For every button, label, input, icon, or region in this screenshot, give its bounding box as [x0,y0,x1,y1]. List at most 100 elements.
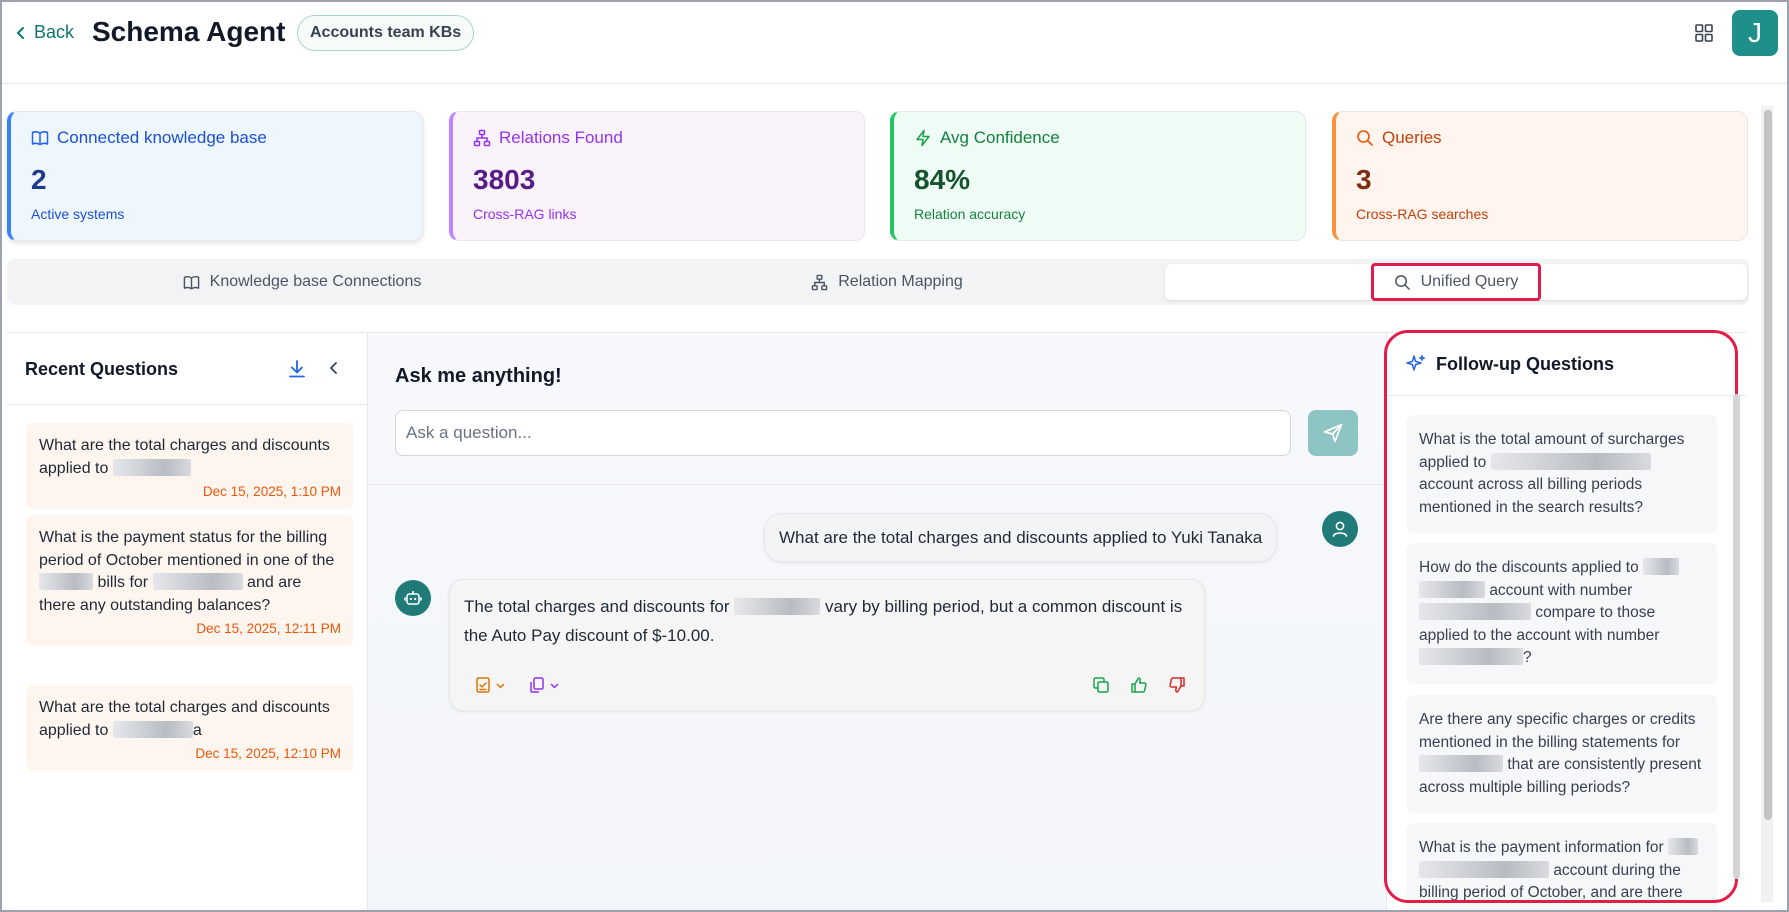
stat-subtitle: Cross-RAG links [473,206,577,222]
page-scrollbar-thumb[interactable] [1764,110,1772,820]
chevron-down-icon [496,682,505,689]
follow-up-question[interactable]: Are there any specific charges or credit… [1407,695,1717,813]
recent-question-item[interactable]: What is the payment status for the billi… [26,515,353,646]
bot-message-feedback [1092,676,1186,694]
recent-questions-title: Recent Questions [25,359,179,379]
copies-dropdown-button[interactable] [528,676,560,694]
redacted-name [734,598,821,615]
stat-card-queries: Queries 3 Cross-RAG searches [1332,111,1748,241]
tab-unified-query[interactable]: Unified Query [1165,263,1747,301]
chevron-down-icon [550,682,559,689]
files-icon [530,677,544,693]
stat-title: Avg Confidence [940,128,1060,147]
stat-title: Queries [1382,128,1442,147]
user-avatar[interactable]: J [1732,10,1778,56]
app-window: Back Schema Agent Accounts team KBs J Co… [0,0,1789,912]
chevron-left-icon[interactable] [325,359,343,377]
bot-message-text: The total charges and discounts for vary… [464,597,1183,645]
question-input[interactable] [395,410,1291,456]
redacted-name [1419,580,1485,598]
recent-question-text: What are the total charges and discounts… [39,437,330,477]
redacted-name [39,573,93,590]
recent-question-item[interactable]: What are the total charges and discounts… [26,685,353,771]
send-button[interactable] [1308,410,1358,456]
stat-card-relations: Relations Found 3803 Cross-RAG links [449,111,865,241]
ask-heading: Ask me anything! [395,365,562,387]
chevron-left-icon [17,26,24,39]
kb-badge[interactable]: Accounts team KBs [297,15,475,51]
follow-up-scrollbar[interactable] [1733,394,1740,879]
redacted-number [1419,648,1523,665]
recent-question-date: Dec 15, 2025, 1:10 PM [202,484,341,499]
redacted-name [112,458,191,476]
thumbs-up-icon[interactable] [1130,676,1148,694]
recent-question-item[interactable]: What are the total charges and discounts… [26,423,353,509]
redacted-name [1667,838,1698,855]
book-open-icon [183,275,199,289]
bot-icon [404,591,422,605]
network-icon [473,129,491,147]
tab-relation-mapping[interactable]: Relation Mapping [597,264,1177,300]
send-icon [1323,423,1343,443]
tab-label: Relation Mapping [838,273,963,290]
back-button[interactable]: Back [14,22,74,43]
follow-up-panel: Follow-up Questions What is the total am… [1386,332,1746,910]
recent-question-date: Dec 15, 2025, 12:11 PM [196,621,341,636]
copy-icon[interactable] [1092,676,1110,694]
chat-divider [368,484,1386,485]
redacted-name [1490,452,1651,470]
view-tabs: Knowledge base Connections Relation Mapp… [7,259,1749,305]
follow-up-divider [1387,395,1746,396]
sparkles-icon [1406,354,1426,371]
search-icon [1357,130,1373,146]
recent-questions-header: Recent Questions [7,333,367,405]
chat-area: Ask me anything! What are the total char… [368,332,1386,910]
download-icon[interactable] [287,359,307,379]
stat-card-knowledge-base: Connected knowledge base 2 Active system… [7,111,423,241]
bot-avatar [395,580,431,616]
follow-up-question[interactable]: How do the discounts applied to account … [1407,543,1717,684]
document-check-icon [476,677,490,693]
tab-label: Knowledge base Connections [209,273,422,290]
recent-question-text: What is the payment status for the billi… [39,529,335,614]
user-icon [1332,521,1348,537]
redacted-number [1419,603,1531,620]
grid-icon[interactable] [1695,24,1713,42]
back-label: Back [34,22,75,42]
redacted-name [152,573,243,590]
stat-subtitle: Active systems [31,206,125,222]
follow-up-question[interactable]: What is the payment information for acco… [1407,823,1717,910]
stat-value: 3803 [473,164,536,195]
source-dropdown-button[interactable] [474,676,506,694]
network-icon [811,274,828,290]
bot-message-tools [474,676,560,694]
page-title: Schema Agent [92,16,286,47]
stat-subtitle: Relation accuracy [914,206,1026,222]
bot-message: The total charges and discounts for vary… [449,579,1205,711]
recent-question-date: Dec 15, 2025, 12:10 PM [195,746,341,761]
tab-knowledge-base-connections[interactable]: Knowledge base Connections [7,264,597,300]
stat-value: 3 [1356,164,1372,195]
thumbs-down-icon[interactable] [1168,676,1186,694]
tab-label: Unified Query [1420,273,1519,290]
stat-title: Relations Found [499,128,623,147]
follow-up-header: Follow-up Questions [1405,353,1614,375]
recent-question-text: What are the total charges and discounts… [39,699,330,739]
stat-value: 84% [914,164,971,195]
redacted-name [1419,755,1503,772]
redacted-name [112,720,193,738]
follow-up-question[interactable]: What is the total amount of surcharges a… [1407,415,1717,533]
follow-up-title: Follow-up Questions [1436,353,1614,374]
redacted-name [1419,860,1549,878]
lightning-icon [916,129,930,147]
redacted-name [1643,558,1680,575]
stat-subtitle: Cross-RAG searches [1356,206,1489,222]
book-open-icon [31,131,49,146]
stat-title: Connected knowledge base [57,128,267,147]
user-message: What are the total charges and discounts… [764,513,1278,562]
recent-questions-panel: Recent Questions What are the total char… [7,332,368,910]
top-header: Back Schema Agent Accounts team KBs J [2,2,1787,84]
search-icon [1394,274,1410,290]
user-message-avatar [1322,511,1358,547]
stat-value: 2 [31,164,47,195]
